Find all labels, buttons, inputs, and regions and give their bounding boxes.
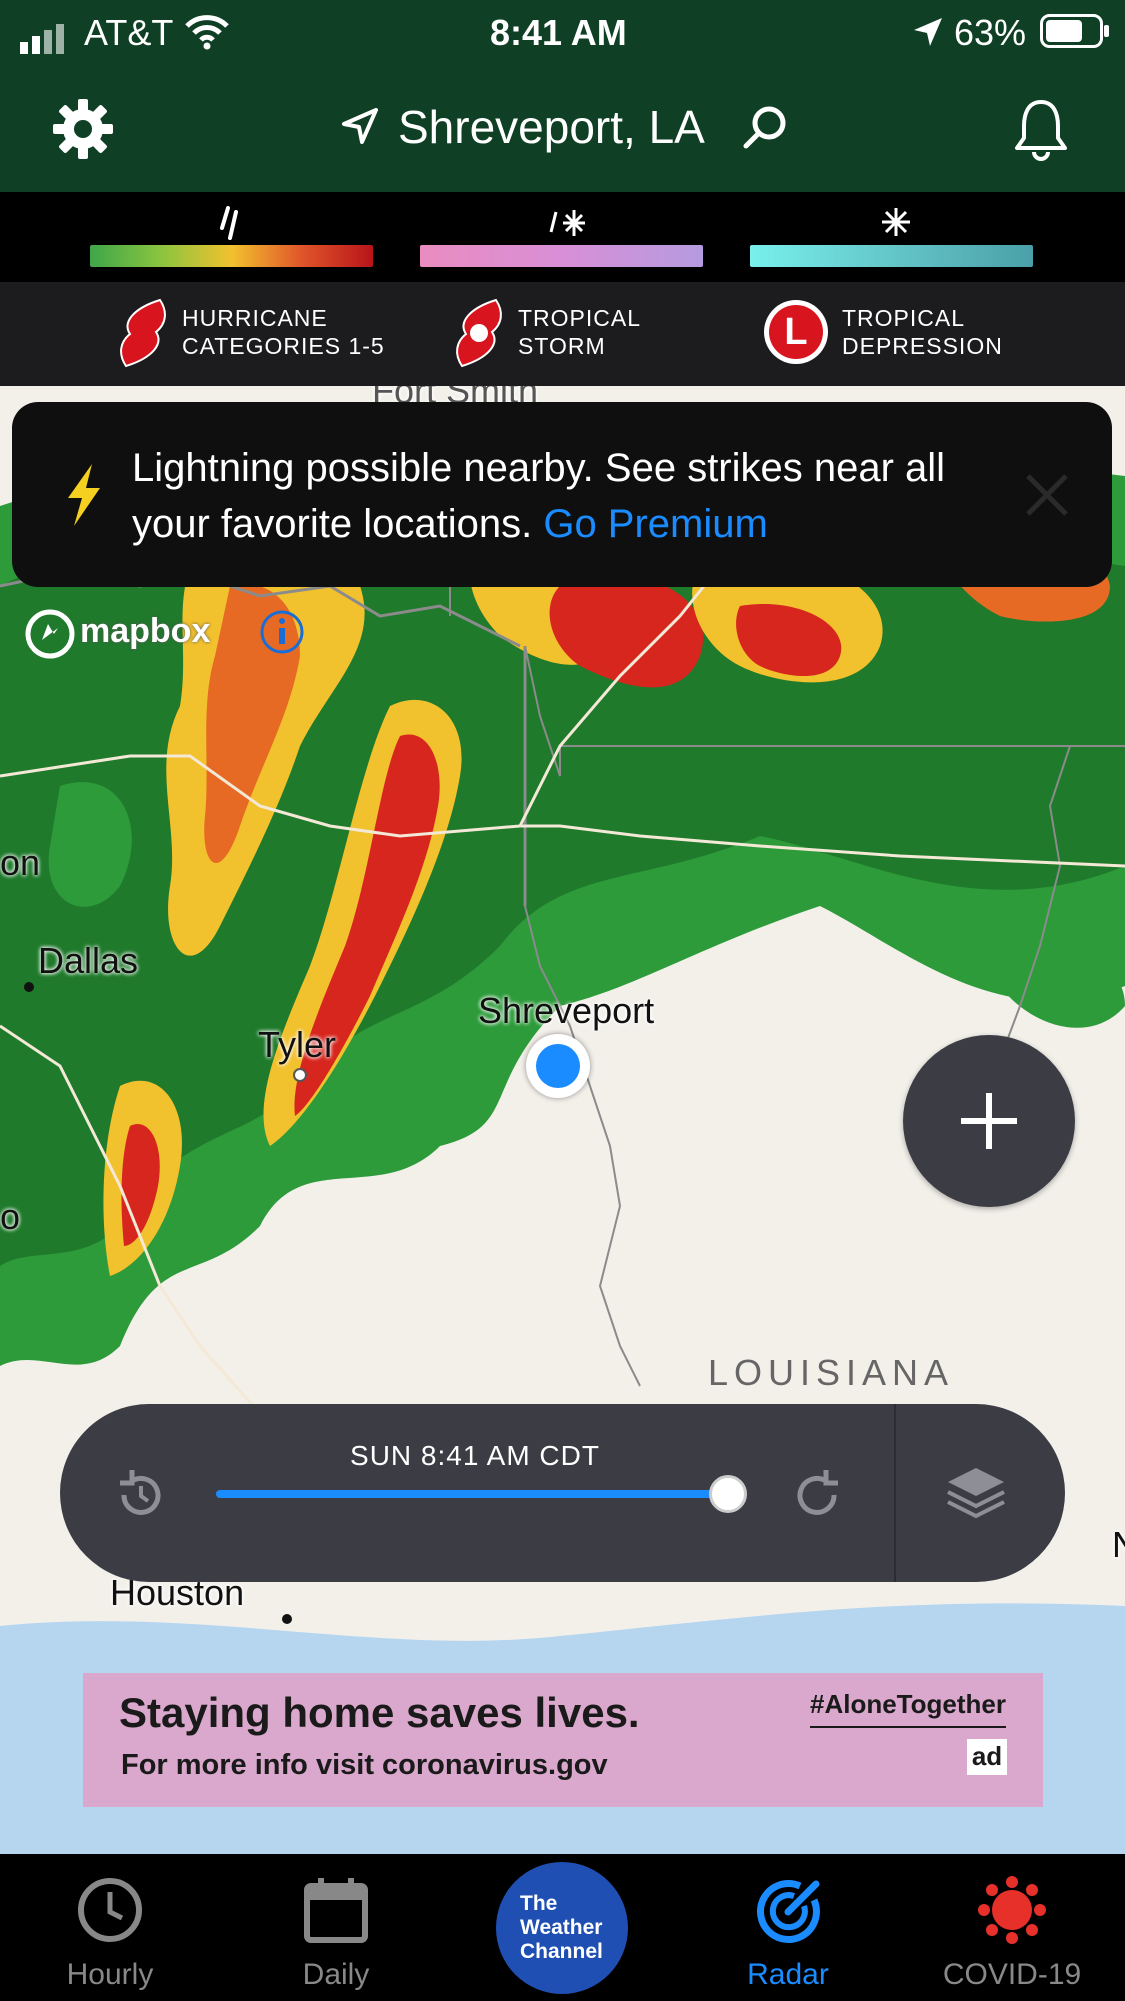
gear-icon[interactable] — [52, 98, 114, 165]
nav-item-hourly[interactable]: Hourly — [10, 1854, 210, 2001]
info-icon[interactable] — [258, 608, 306, 661]
tropical-depression-label-2: DEPRESSION — [842, 333, 1003, 359]
rewind-icon[interactable] — [112, 1466, 170, 1529]
go-premium-link[interactable]: Go Premium — [543, 502, 768, 546]
timeline-track[interactable] — [216, 1490, 728, 1498]
nav-label-hourly: Hourly — [66, 1958, 154, 1991]
state-label-louisiana: LOUISIANA — [708, 1352, 955, 1393]
storm-legend: HURRICANE CATEGORIES 1-5 TROPICAL STORM … — [0, 282, 1125, 386]
clock-icon — [76, 1876, 144, 1949]
bell-icon[interactable] — [1012, 96, 1070, 167]
mix-icon — [548, 206, 588, 245]
plus-icon — [961, 1093, 1017, 1149]
mapbox-attribution: mapbox — [80, 612, 211, 650]
hurricane-label-1: HURRICANE — [182, 305, 328, 331]
virus-icon — [978, 1876, 1046, 1949]
signal-icon — [20, 24, 80, 54]
snow-scale-bar — [750, 245, 1033, 267]
ad-hashtag: #AloneTogether — [810, 1689, 1006, 1728]
zoom-in-button[interactable] — [903, 1035, 1075, 1207]
calendar-icon — [302, 1876, 370, 1949]
location-services-icon — [912, 16, 944, 53]
tropical-storm-label-1: TROPICAL — [518, 305, 642, 331]
lightning-icon — [62, 462, 106, 533]
bottom-nav: Hourly Daily The Weather Channel Radar C… — [0, 1854, 1125, 2001]
depression-letter: L — [769, 305, 823, 359]
radar-timeline: SUN 8:41 AM CDT — [60, 1404, 1065, 1582]
nav-label-radar: Radar — [747, 1958, 829, 1991]
banner-text-block: Lightning possible nearby. See strikes n… — [132, 440, 982, 552]
hurricane-label-2: CATEGORIES 1-5 — [182, 333, 385, 359]
city-label-partial-left-2: o — [0, 1196, 21, 1237]
battery-percent: 63% — [954, 12, 1027, 53]
ad-headline: Staying home saves lives. — [119, 1689, 640, 1736]
wifi-icon — [183, 14, 231, 55]
city-dot-dallas — [24, 982, 34, 992]
battery-icon — [1040, 14, 1110, 53]
radar-icon — [754, 1876, 824, 1951]
city-dot-tyler — [293, 1068, 307, 1082]
city-label-tyler: Tyler — [258, 1024, 337, 1065]
rain-scale-bar — [90, 245, 373, 267]
nav-item-daily[interactable]: Daily — [236, 1854, 436, 2001]
timeline-divider — [894, 1404, 896, 1582]
status-time: 8:41 AM — [490, 12, 627, 53]
city-dot-houston — [282, 1614, 292, 1624]
ad-subline: For more info visit coronavirus.gov — [121, 1749, 608, 1781]
mapbox-logo[interactable]: mapbox — [24, 608, 244, 665]
city-label-shreveport: Shreveport — [478, 990, 655, 1031]
logo-text-channel: Channel — [520, 1940, 603, 1963]
city-label-partial-left: on — [0, 842, 41, 883]
forward-icon[interactable] — [788, 1466, 846, 1529]
nav-item-covid[interactable]: COVID-19 — [912, 1854, 1112, 2001]
carrier-label: AT&T — [84, 12, 174, 53]
nav-label-covid: COVID-19 — [942, 1958, 1082, 1991]
current-location-marker[interactable] — [526, 1034, 590, 1098]
tropical-depression-icon: L — [764, 300, 828, 364]
tropical-depression-label-1: TROPICAL — [842, 305, 966, 331]
city-label-dallas: Dallas — [38, 940, 139, 981]
timeline-scrubber[interactable] — [709, 1475, 747, 1513]
tropical-storm-label-2: STORM — [518, 333, 606, 359]
close-icon[interactable] — [1022, 470, 1072, 525]
location-title[interactable]: Shreveport, LA — [398, 100, 705, 154]
app-header: AT&T 8:41 AM 63% Shreveport, LA — [0, 0, 1125, 192]
search-icon[interactable] — [742, 104, 788, 155]
logo-text-weather: Weather — [520, 1916, 603, 1939]
logo-text-the: The — [520, 1892, 558, 1915]
nav-label-daily: Daily — [302, 1958, 370, 1991]
timeline-progress — [216, 1490, 728, 1498]
timeline-timestamp: SUN 8:41 AM CDT — [350, 1440, 600, 1471]
mix-scale-bar — [420, 245, 703, 267]
hurricane-icon — [112, 298, 174, 373]
location-arrow-icon — [340, 106, 380, 151]
ad-banner[interactable]: Staying home saves lives. For more info … — [83, 1673, 1043, 1807]
city-label-partial-right: N — [1112, 1524, 1125, 1566]
tropical-storm-icon — [448, 298, 510, 373]
precip-legend — [0, 192, 1125, 282]
layers-icon[interactable] — [944, 1462, 1008, 1531]
snow-icon — [880, 206, 912, 243]
nav-item-radar[interactable]: Radar — [688, 1854, 888, 2001]
rain-icon — [218, 206, 242, 245]
ad-badge: ad — [967, 1739, 1007, 1775]
weather-channel-logo[interactable]: The Weather Channel — [496, 1862, 628, 1994]
banner-message: Lightning possible nearby. See strikes n… — [132, 446, 946, 546]
